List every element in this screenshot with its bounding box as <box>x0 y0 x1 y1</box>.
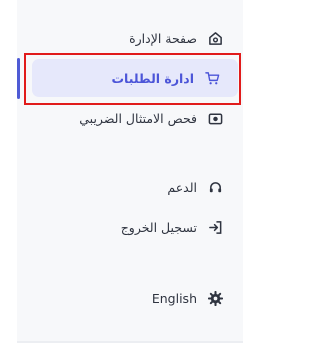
sidebar-item-language[interactable]: English <box>152 279 223 317</box>
logout-icon <box>207 219 223 235</box>
sidebar-item-logout[interactable]: تسجيل الخروج <box>121 208 223 246</box>
sidebar-item-support[interactable]: الدعم <box>167 168 223 206</box>
sidebar-item-label: فحص الامتثال الضريبي <box>79 110 197 126</box>
sidebar-item-label: صفحة الإدارة <box>129 30 197 46</box>
sidebar-item-orders[interactable]: ادارة الطلبات <box>32 59 238 97</box>
sidebar-item-label: الدعم <box>167 179 197 195</box>
sidebar-item-tax-compliance[interactable]: فحص الامتثال الضريبي <box>79 99 223 137</box>
sidebar-item-label: English <box>151 290 197 306</box>
sidebar-item-admin-home[interactable]: صفحة الإدارة <box>129 19 223 57</box>
sidebar-item-label: تسجيل الخروج <box>120 219 197 235</box>
cart-icon <box>204 70 220 86</box>
camera-icon <box>207 110 223 126</box>
home-icon <box>207 30 223 46</box>
sidebar-item-label: ادارة الطلبات <box>111 70 194 86</box>
active-indicator <box>17 58 20 99</box>
gear-icon <box>207 290 223 306</box>
headset-icon <box>207 179 223 195</box>
